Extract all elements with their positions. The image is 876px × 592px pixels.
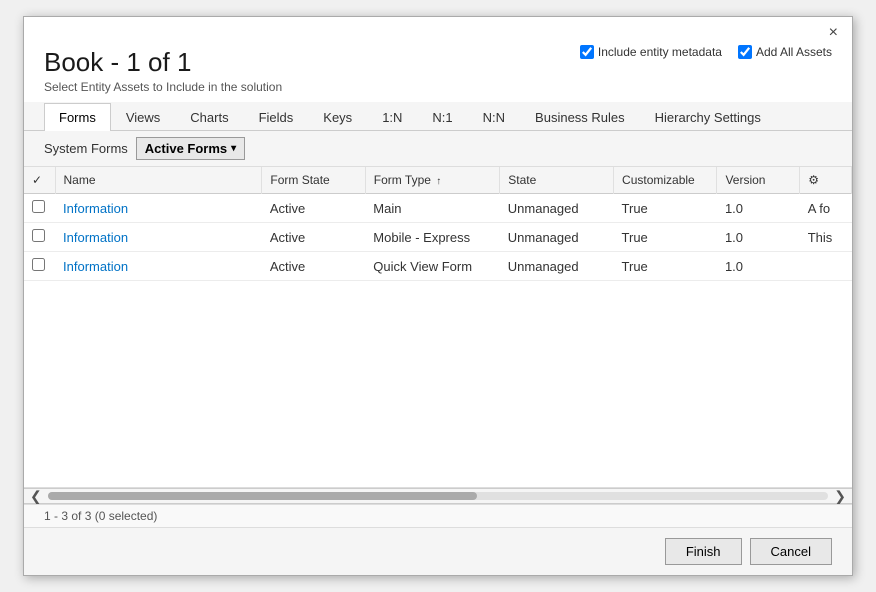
- tabs-bar: Forms Views Charts Fields Keys 1:N N:1 N…: [24, 102, 852, 131]
- include-metadata-option[interactable]: Include entity metadata: [580, 45, 722, 59]
- title-bar: ×: [24, 17, 852, 43]
- col-check: ✓: [24, 167, 55, 194]
- active-forms-dropdown[interactable]: Active Forms ▾: [136, 137, 245, 160]
- row-checkbox-cell[interactable]: [24, 223, 55, 252]
- table-row: InformationActiveMainUnmanagedTrue1.0A f…: [24, 194, 852, 223]
- table-container: ✓ Name Form State Form Type ↑ State Cust…: [24, 167, 852, 488]
- dialog-subtitle: Select Entity Assets to Include in the s…: [44, 80, 832, 94]
- finish-button[interactable]: Finish: [665, 538, 742, 565]
- row-checkbox[interactable]: [32, 258, 45, 271]
- subheader: System Forms Active Forms ▾: [24, 131, 852, 167]
- tab-nn[interactable]: N:N: [468, 103, 520, 131]
- tab-hierarchy-settings[interactable]: Hierarchy Settings: [640, 103, 776, 131]
- chevron-down-icon: ▾: [231, 143, 236, 154]
- add-all-assets-checkbox[interactable]: [738, 45, 752, 59]
- row-state: Unmanaged: [500, 194, 614, 223]
- col-name[interactable]: Name: [55, 167, 262, 194]
- col-customizable[interactable]: Customizable: [614, 167, 717, 194]
- tab-charts[interactable]: Charts: [175, 103, 243, 131]
- header-options: Include entity metadata Add All Assets: [580, 45, 832, 59]
- settings-icon: ⚙: [808, 173, 819, 187]
- scroll-thumb[interactable]: [48, 492, 477, 500]
- row-name[interactable]: Information: [55, 194, 262, 223]
- row-version: 1.0: [717, 223, 800, 252]
- forms-table: ✓ Name Form State Form Type ↑ State Cust…: [24, 167, 852, 281]
- row-customizable: True: [614, 223, 717, 252]
- scroll-track: [48, 492, 829, 500]
- horizontal-scrollbar[interactable]: ❮ ❯: [24, 488, 852, 504]
- cancel-button[interactable]: Cancel: [750, 538, 832, 565]
- scroll-left-button[interactable]: ❮: [28, 488, 44, 505]
- row-form-state: Active: [262, 194, 365, 223]
- row-extra: This: [800, 223, 852, 252]
- row-state: Unmanaged: [500, 223, 614, 252]
- close-button[interactable]: ×: [823, 23, 844, 43]
- add-all-assets-label: Add All Assets: [756, 45, 832, 59]
- status-bar: 1 - 3 of 3 (0 selected): [24, 504, 852, 527]
- row-customizable: True: [614, 194, 717, 223]
- tab-1n[interactable]: 1:N: [367, 103, 417, 131]
- tab-business-rules[interactable]: Business Rules: [520, 103, 640, 131]
- check-icon: ✓: [32, 173, 42, 187]
- col-form-type[interactable]: Form Type ↑: [365, 167, 499, 194]
- row-form-type: Quick View Form: [365, 252, 499, 281]
- tab-n1[interactable]: N:1: [417, 103, 467, 131]
- row-checkbox[interactable]: [32, 200, 45, 213]
- tab-views[interactable]: Views: [111, 103, 175, 131]
- system-forms-label: System Forms: [44, 141, 128, 156]
- col-extra[interactable]: ⚙: [800, 167, 852, 194]
- row-version: 1.0: [717, 194, 800, 223]
- table-row: InformationActiveMobile - ExpressUnmanag…: [24, 223, 852, 252]
- row-name[interactable]: Information: [55, 223, 262, 252]
- status-text: 1 - 3 of 3 (0 selected): [44, 509, 157, 523]
- row-version: 1.0: [717, 252, 800, 281]
- row-form-type: Main: [365, 194, 499, 223]
- row-state: Unmanaged: [500, 252, 614, 281]
- row-name[interactable]: Information: [55, 252, 262, 281]
- row-form-type: Mobile - Express: [365, 223, 499, 252]
- footer: Finish Cancel: [24, 527, 852, 575]
- sort-icon: ↑: [436, 176, 441, 187]
- add-all-assets-option[interactable]: Add All Assets: [738, 45, 832, 59]
- tab-fields[interactable]: Fields: [244, 103, 309, 131]
- row-customizable: True: [614, 252, 717, 281]
- scroll-right-button[interactable]: ❯: [832, 488, 848, 505]
- row-checkbox-cell[interactable]: [24, 194, 55, 223]
- include-metadata-label: Include entity metadata: [598, 45, 722, 59]
- tab-keys[interactable]: Keys: [308, 103, 367, 131]
- dialog: × Book - 1 of 1 Select Entity Assets to …: [23, 16, 853, 576]
- col-version[interactable]: Version: [717, 167, 800, 194]
- tab-forms[interactable]: Forms: [44, 103, 111, 131]
- col-form-state[interactable]: Form State: [262, 167, 365, 194]
- table-header-row: ✓ Name Form State Form Type ↑ State Cust…: [24, 167, 852, 194]
- row-form-state: Active: [262, 223, 365, 252]
- dropdown-label: Active Forms: [145, 141, 227, 156]
- row-checkbox-cell[interactable]: [24, 252, 55, 281]
- include-metadata-checkbox[interactable]: [580, 45, 594, 59]
- row-extra: [800, 252, 852, 281]
- row-extra: A fo: [800, 194, 852, 223]
- row-form-state: Active: [262, 252, 365, 281]
- col-state[interactable]: State: [500, 167, 614, 194]
- row-checkbox[interactable]: [32, 229, 45, 242]
- table-row: InformationActiveQuick View FormUnmanage…: [24, 252, 852, 281]
